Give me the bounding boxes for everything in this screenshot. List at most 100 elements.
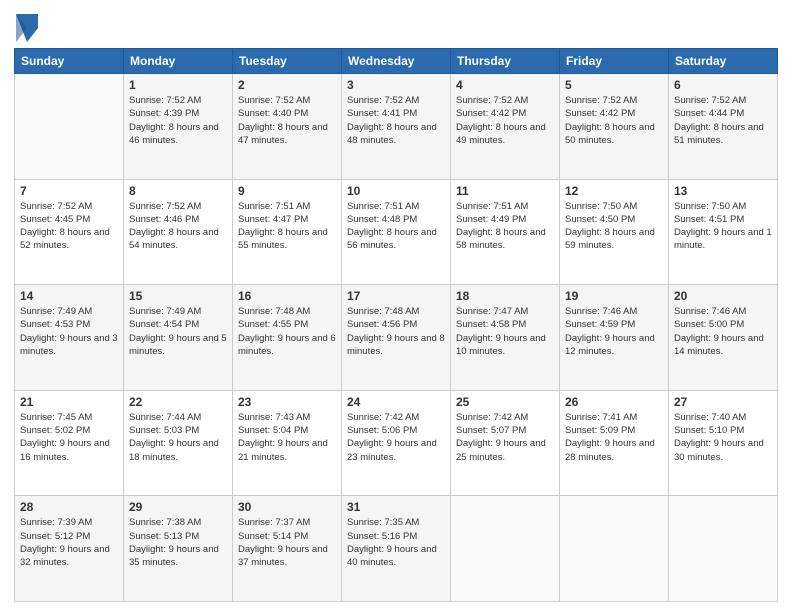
day-info: Sunrise: 7:48 AMSunset: 4:56 PMDaylight:…	[347, 305, 445, 358]
day-number: 10	[347, 184, 445, 198]
day-info: Sunrise: 7:39 AMSunset: 5:12 PMDaylight:…	[20, 516, 118, 569]
day-cell	[15, 74, 124, 180]
day-cell: 17 Sunrise: 7:48 AMSunset: 4:56 PMDayligh…	[342, 285, 451, 391]
day-number: 2	[238, 78, 336, 92]
day-number: 23	[238, 395, 336, 409]
week-row-4: 21 Sunrise: 7:45 AMSunset: 5:02 PMDayligh…	[15, 390, 778, 496]
day-number: 8	[129, 184, 227, 198]
day-number: 12	[565, 184, 663, 198]
day-cell: 22 Sunrise: 7:44 AMSunset: 5:03 PMDayligh…	[124, 390, 233, 496]
day-number: 14	[20, 289, 118, 303]
day-number: 24	[347, 395, 445, 409]
day-info: Sunrise: 7:46 AMSunset: 4:59 PMDaylight:…	[565, 305, 663, 358]
day-info: Sunrise: 7:50 AMSunset: 4:50 PMDaylight:…	[565, 200, 663, 253]
day-number: 3	[347, 78, 445, 92]
day-info: Sunrise: 7:41 AMSunset: 5:09 PMDaylight:…	[565, 411, 663, 464]
day-cell: 27Sunrise: 7:40 AMSunset: 5:10 PMDayligh…	[669, 390, 778, 496]
day-cell: 30 Sunrise: 7:37 AMSunset: 5:14 PMDayligh…	[233, 496, 342, 602]
day-info: Sunrise: 7:51 AMSunset: 4:49 PMDaylight:…	[456, 200, 554, 253]
day-number: 26	[565, 395, 663, 409]
day-number: 17	[347, 289, 445, 303]
day-cell: 1Sunrise: 7:52 AMSunset: 4:39 PMDaylight…	[124, 74, 233, 180]
day-info: Sunrise: 7:37 AMSunset: 5:14 PMDaylight:…	[238, 516, 336, 569]
day-info: Sunrise: 7:52 AMSunset: 4:41 PMDaylight:…	[347, 94, 445, 147]
day-number: 29	[129, 500, 227, 514]
day-info: Sunrise: 7:49 AMSunset: 4:54 PMDaylight:…	[129, 305, 227, 358]
day-info: Sunrise: 7:48 AMSunset: 4:55 PMDaylight:…	[238, 305, 336, 358]
day-header-tuesday: Tuesday	[233, 49, 342, 74]
day-header-monday: Monday	[124, 49, 233, 74]
day-cell: 13 Sunrise: 7:50 AMSunset: 4:51 PMDayligh…	[669, 179, 778, 285]
day-info: Sunrise: 7:45 AMSunset: 5:02 PMDaylight:…	[20, 411, 118, 464]
day-header-sunday: Sunday	[15, 49, 124, 74]
day-info: Sunrise: 7:52 AMSunset: 4:42 PMDaylight:…	[456, 94, 554, 147]
day-number: 1	[129, 78, 227, 92]
day-header-thursday: Thursday	[451, 49, 560, 74]
day-info: Sunrise: 7:51 AMSunset: 4:47 PMDaylight:…	[238, 200, 336, 253]
day-cell: 8 Sunrise: 7:52 AMSunset: 4:46 PMDaylight…	[124, 179, 233, 285]
day-cell: 18 Sunrise: 7:47 AMSunset: 4:58 PMDayligh…	[451, 285, 560, 391]
day-cell: 19 Sunrise: 7:46 AMSunset: 4:59 PMDayligh…	[560, 285, 669, 391]
day-info: Sunrise: 7:46 AMSunset: 5:00 PMDaylight:…	[674, 305, 772, 358]
day-cell: 12 Sunrise: 7:50 AMSunset: 4:50 PMDayligh…	[560, 179, 669, 285]
day-number: 21	[20, 395, 118, 409]
week-row-5: 28 Sunrise: 7:39 AMSunset: 5:12 PMDayligh…	[15, 496, 778, 602]
day-info: Sunrise: 7:50 AMSunset: 4:51 PMDaylight:…	[674, 200, 772, 253]
day-info: Sunrise: 7:49 AMSunset: 4:53 PMDaylight:…	[20, 305, 118, 358]
day-number: 22	[129, 395, 227, 409]
day-number: 13	[674, 184, 772, 198]
day-info: Sunrise: 7:52 AMSunset: 4:44 PMDaylight:…	[674, 94, 772, 147]
day-number: 5	[565, 78, 663, 92]
day-cell	[560, 496, 669, 602]
day-info: Sunrise: 7:43 AMSunset: 5:04 PMDaylight:…	[238, 411, 336, 464]
page-header	[14, 10, 778, 42]
day-cell: 11 Sunrise: 7:51 AMSunset: 4:49 PMDayligh…	[451, 179, 560, 285]
day-cell: 28 Sunrise: 7:39 AMSunset: 5:12 PMDayligh…	[15, 496, 124, 602]
day-info: Sunrise: 7:44 AMSunset: 5:03 PMDaylight:…	[129, 411, 227, 464]
day-cell	[669, 496, 778, 602]
day-cell: 16 Sunrise: 7:48 AMSunset: 4:55 PMDayligh…	[233, 285, 342, 391]
day-cell: 15 Sunrise: 7:49 AMSunset: 4:54 PMDayligh…	[124, 285, 233, 391]
day-number: 16	[238, 289, 336, 303]
day-number: 31	[347, 500, 445, 514]
day-cell: 7Sunrise: 7:52 AMSunset: 4:45 PMDaylight…	[15, 179, 124, 285]
day-number: 28	[20, 500, 118, 514]
day-number: 11	[456, 184, 554, 198]
day-info: Sunrise: 7:38 AMSunset: 5:13 PMDaylight:…	[129, 516, 227, 569]
day-info: Sunrise: 7:52 AMSunset: 4:46 PMDaylight:…	[129, 200, 227, 253]
day-cell: 29 Sunrise: 7:38 AMSunset: 5:13 PMDayligh…	[124, 496, 233, 602]
day-number: 9	[238, 184, 336, 198]
day-cell: 9 Sunrise: 7:51 AMSunset: 4:47 PMDaylight…	[233, 179, 342, 285]
day-info: Sunrise: 7:51 AMSunset: 4:48 PMDaylight:…	[347, 200, 445, 253]
day-number: 25	[456, 395, 554, 409]
day-cell: 6 Sunrise: 7:52 AMSunset: 4:44 PMDaylight…	[669, 74, 778, 180]
day-info: Sunrise: 7:52 AMSunset: 4:45 PMDaylight:…	[20, 200, 118, 253]
day-number: 18	[456, 289, 554, 303]
day-number: 6	[674, 78, 772, 92]
day-info: Sunrise: 7:47 AMSunset: 4:58 PMDaylight:…	[456, 305, 554, 358]
day-info: Sunrise: 7:42 AMSunset: 5:07 PMDaylight:…	[456, 411, 554, 464]
calendar-table: SundayMondayTuesdayWednesdayThursdayFrid…	[14, 48, 778, 602]
day-cell	[451, 496, 560, 602]
day-number: 30	[238, 500, 336, 514]
calendar-header-row: SundayMondayTuesdayWednesdayThursdayFrid…	[15, 49, 778, 74]
day-number: 27	[674, 395, 772, 409]
logo	[14, 14, 40, 42]
day-cell: 20Sunrise: 7:46 AMSunset: 5:00 PMDayligh…	[669, 285, 778, 391]
day-cell: 23 Sunrise: 7:43 AMSunset: 5:04 PMDayligh…	[233, 390, 342, 496]
day-number: 4	[456, 78, 554, 92]
day-info: Sunrise: 7:52 AMSunset: 4:40 PMDaylight:…	[238, 94, 336, 147]
day-cell: 3 Sunrise: 7:52 AMSunset: 4:41 PMDaylight…	[342, 74, 451, 180]
day-number: 15	[129, 289, 227, 303]
day-cell: 10 Sunrise: 7:51 AMSunset: 4:48 PMDayligh…	[342, 179, 451, 285]
day-header-friday: Friday	[560, 49, 669, 74]
day-number: 19	[565, 289, 663, 303]
week-row-3: 14 Sunrise: 7:49 AMSunset: 4:53 PMDayligh…	[15, 285, 778, 391]
day-cell: 31Sunrise: 7:35 AMSunset: 5:16 PMDayligh…	[342, 496, 451, 602]
day-cell: 2 Sunrise: 7:52 AMSunset: 4:40 PMDaylight…	[233, 74, 342, 180]
day-cell: 14 Sunrise: 7:49 AMSunset: 4:53 PMDayligh…	[15, 285, 124, 391]
day-cell: 25 Sunrise: 7:42 AMSunset: 5:07 PMDayligh…	[451, 390, 560, 496]
day-cell: 5 Sunrise: 7:52 AMSunset: 4:42 PMDaylight…	[560, 74, 669, 180]
day-info: Sunrise: 7:52 AMSunset: 4:42 PMDaylight:…	[565, 94, 663, 147]
day-header-wednesday: Wednesday	[342, 49, 451, 74]
